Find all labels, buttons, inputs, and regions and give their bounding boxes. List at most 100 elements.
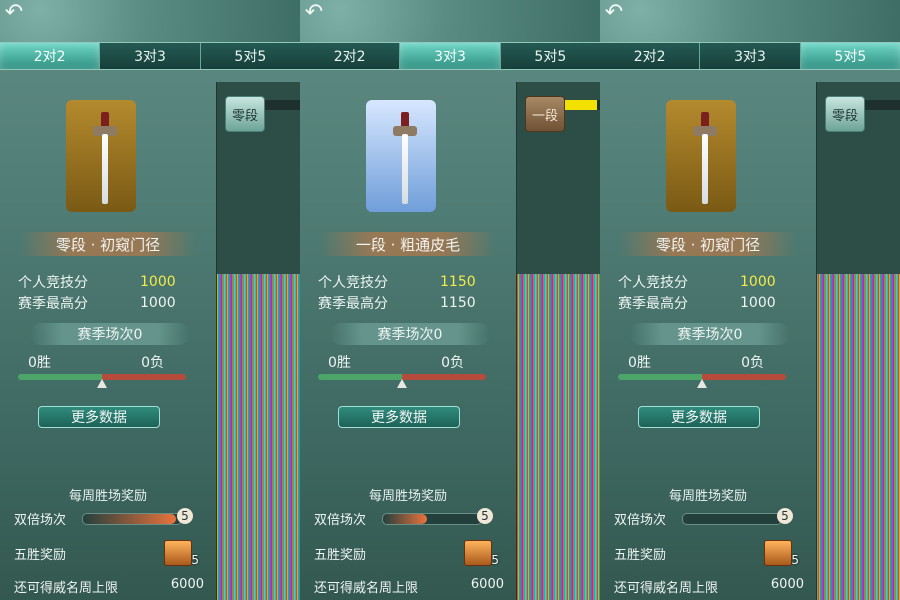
sword-icon bbox=[93, 112, 117, 214]
mode-tabs: 2对2 3对3 5对5 bbox=[600, 42, 900, 70]
rank-side-panel: 零段 bbox=[816, 82, 900, 600]
rank-badge bbox=[360, 92, 450, 220]
win-loss-marker-icon bbox=[397, 379, 407, 388]
treasure-chest-icon[interactable]: 5 bbox=[464, 540, 499, 567]
rank-title: 一段 · 粗通皮毛 bbox=[320, 232, 496, 256]
losses-label: 0负 bbox=[441, 355, 464, 371]
win-loss-labels: 0胜 0负 bbox=[328, 352, 464, 372]
chest-count: 5 bbox=[791, 553, 799, 567]
double-games-count: 5 bbox=[177, 507, 193, 524]
five-wins-row: 五胜奖励 5 bbox=[14, 540, 204, 567]
rank-info: 零段 · 初窥门径 个人竞技分 1000 赛季最高分 1000 赛季场次0 0胜… bbox=[600, 68, 816, 600]
rank-tag: 零段 bbox=[225, 96, 265, 132]
personal-score-row: 个人竞技分 1000 bbox=[18, 272, 198, 292]
weekly-limit-value: 6000 bbox=[470, 577, 504, 592]
double-games-bar: 5 bbox=[682, 507, 793, 525]
rank-tag: 零段 bbox=[825, 96, 865, 132]
double-games-bar: 5 bbox=[382, 507, 493, 525]
double-games-row: 双倍场次 5 bbox=[614, 507, 804, 528]
tab-2v2[interactable]: 2对2 bbox=[0, 43, 101, 69]
five-wins-row: 五胜奖励 5 bbox=[614, 540, 804, 567]
chest-count: 5 bbox=[491, 553, 499, 567]
panel-0: ↶ 2对2 3对3 5对5 零段 · 初窥门径 个人竞技分 1000 赛季最高分… bbox=[0, 0, 300, 600]
tab-3v3[interactable]: 3对3 bbox=[100, 43, 201, 69]
double-games-label: 双倍场次 bbox=[14, 513, 67, 528]
rank-badge bbox=[60, 92, 150, 220]
season-best-value: 1150 bbox=[440, 295, 476, 311]
personal-score-label: 个人竞技分 bbox=[618, 275, 688, 291]
glitch-stripes bbox=[517, 274, 600, 600]
sword-icon bbox=[393, 112, 417, 214]
top-header: ↶ bbox=[600, 0, 900, 42]
tab-3v3[interactable]: 3对3 bbox=[400, 43, 501, 69]
double-games-row: 双倍场次 5 bbox=[14, 507, 204, 528]
season-games-pill: 赛季场次0 bbox=[30, 323, 190, 345]
sword-icon bbox=[693, 112, 717, 214]
wins-label: 0胜 bbox=[328, 355, 351, 371]
double-games-fill bbox=[383, 513, 428, 524]
personal-score-row: 个人竞技分 1150 bbox=[318, 272, 498, 292]
season-best-row: 赛季最高分 1000 bbox=[618, 293, 798, 313]
back-icon[interactable]: ↶ bbox=[602, 2, 626, 24]
rank-progress-track bbox=[265, 100, 300, 110]
rank-tag: 一段 bbox=[525, 96, 565, 132]
treasure-chest-icon[interactable]: 5 bbox=[164, 540, 199, 567]
tab-5v5[interactable]: 5对5 bbox=[501, 43, 600, 69]
tab-5v5[interactable]: 5对5 bbox=[800, 43, 900, 69]
losses-label: 0负 bbox=[741, 355, 764, 371]
glitch-stripes bbox=[817, 274, 900, 600]
wins-label: 0胜 bbox=[28, 355, 51, 371]
season-best-value: 1000 bbox=[140, 295, 176, 311]
personal-score-value: 1000 bbox=[740, 274, 776, 290]
season-best-row: 赛季最高分 1000 bbox=[18, 293, 198, 313]
rank-info: 一段 · 粗通皮毛 个人竞技分 1150 赛季最高分 1150 赛季场次0 0胜… bbox=[300, 68, 516, 600]
weekly-limit-label: 还可得威名周上限 bbox=[14, 581, 119, 596]
tab-2v2[interactable]: 2对2 bbox=[300, 43, 401, 69]
mode-tabs: 2对2 3对3 5对5 bbox=[300, 42, 600, 70]
personal-score-value: 1000 bbox=[140, 274, 176, 290]
personal-score-label: 个人竞技分 bbox=[18, 275, 88, 291]
mode-tabs: 2对2 3对3 5对5 bbox=[0, 42, 300, 70]
season-best-value: 1000 bbox=[740, 295, 776, 311]
weekly-limit-label: 还可得威名周上限 bbox=[614, 581, 719, 596]
five-wins-row: 五胜奖励 5 bbox=[314, 540, 504, 567]
rank-badge bbox=[660, 92, 750, 220]
season-best-label: 赛季最高分 bbox=[18, 296, 88, 312]
tab-2v2[interactable]: 2对2 bbox=[600, 43, 701, 69]
losses-label: 0负 bbox=[141, 355, 164, 371]
weekly-limit-value: 6000 bbox=[770, 577, 804, 592]
rank-info: 零段 · 初窥门径 个人竞技分 1000 赛季最高分 1000 赛季场次0 0胜… bbox=[0, 68, 216, 600]
personal-score-value: 1150 bbox=[440, 274, 476, 290]
treasure-chest-icon[interactable]: 5 bbox=[764, 540, 799, 567]
weekly-reward-title: 每周胜场奖励 bbox=[368, 489, 447, 504]
double-games-label: 双倍场次 bbox=[314, 513, 367, 528]
panel-2: ↶ 2对2 3对3 5对5 零段 · 初窥门径 个人竞技分 1000 赛季最高分… bbox=[600, 0, 900, 600]
win-loss-marker-icon bbox=[97, 379, 107, 388]
double-games-count: 5 bbox=[777, 507, 793, 524]
top-header: ↶ bbox=[300, 0, 600, 42]
more-data-button[interactable]: 更多数据 bbox=[638, 406, 760, 428]
double-games-count: 5 bbox=[477, 507, 493, 524]
season-best-label: 赛季最高分 bbox=[318, 296, 388, 312]
season-best-row: 赛季最高分 1150 bbox=[318, 293, 498, 313]
weekly-reward-title: 每周胜场奖励 bbox=[668, 489, 747, 504]
weekly-limit-row: 还可得威名周上限 6000 bbox=[14, 577, 204, 596]
more-data-button[interactable]: 更多数据 bbox=[38, 406, 160, 428]
rank-progress-track bbox=[565, 100, 600, 110]
back-icon[interactable]: ↶ bbox=[302, 2, 326, 24]
tab-5v5[interactable]: 5对5 bbox=[201, 43, 300, 69]
rank-side-panel: 一段 bbox=[516, 82, 600, 600]
rank-title: 零段 · 初窥门径 bbox=[620, 232, 796, 256]
win-loss-labels: 0胜 0负 bbox=[628, 352, 764, 372]
multi-panel-screenshot: ↶ 2对2 3对3 5对5 零段 · 初窥门径 个人竞技分 1000 赛季最高分… bbox=[0, 0, 900, 600]
five-wins-label: 五胜奖励 bbox=[614, 547, 667, 563]
back-icon[interactable]: ↶ bbox=[2, 2, 26, 24]
five-wins-label: 五胜奖励 bbox=[314, 547, 367, 563]
tab-3v3[interactable]: 3对3 bbox=[700, 43, 801, 69]
more-data-button[interactable]: 更多数据 bbox=[338, 406, 460, 428]
wins-label: 0胜 bbox=[628, 355, 651, 371]
weekly-limit-value: 6000 bbox=[170, 577, 204, 592]
double-games-bar: 5 bbox=[82, 507, 193, 525]
season-games-pill: 赛季场次0 bbox=[630, 323, 790, 345]
season-games-pill: 赛季场次0 bbox=[330, 323, 490, 345]
